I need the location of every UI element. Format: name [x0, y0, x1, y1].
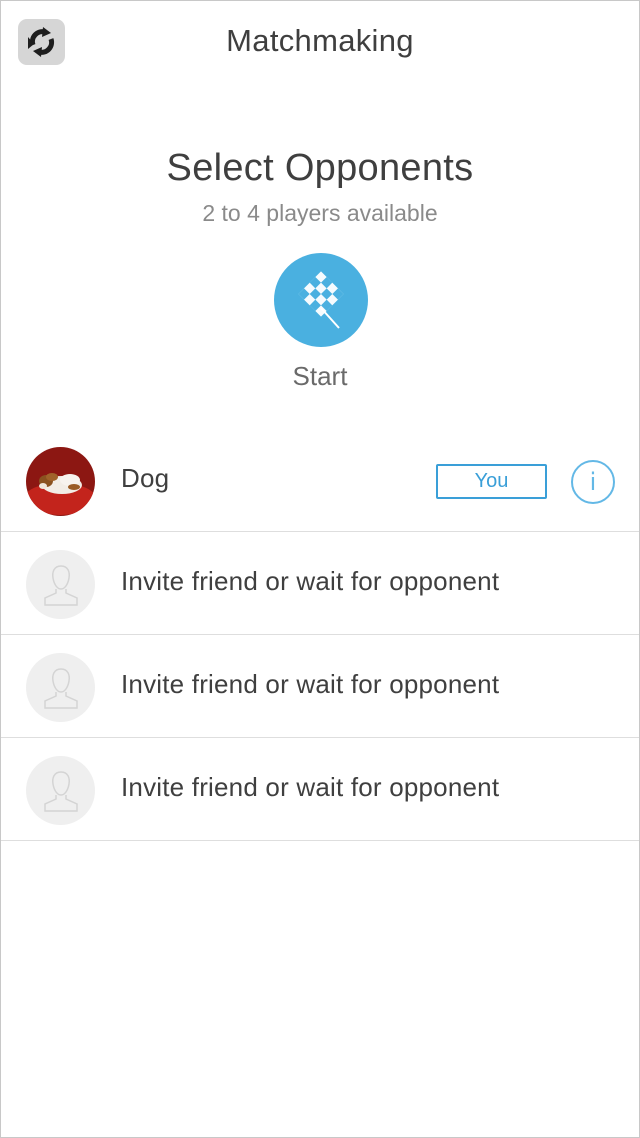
person-placeholder-icon [26, 756, 95, 825]
invite-slot-label: Invite friend or wait for opponent [121, 772, 500, 802]
invite-slot-row[interactable]: Invite friend or wait for opponent [1, 532, 639, 635]
player-list: Dog You i Invite friend or wait for oppo… [1, 429, 639, 841]
invite-slot-label: Invite friend or wait for opponent [121, 566, 500, 596]
you-badge: You [436, 464, 547, 499]
top-bar: Matchmaking [1, 1, 639, 83]
checkered-flag-icon [298, 271, 344, 329]
invite-slot-label: Invite friend or wait for opponent [121, 669, 500, 699]
select-opponents-heading: Select Opponents [166, 147, 474, 189]
invite-slot-row[interactable]: Invite friend or wait for opponent [1, 635, 639, 738]
player-name: Dog [121, 463, 170, 493]
avatar [26, 447, 95, 516]
start-button[interactable] [274, 253, 368, 347]
person-placeholder-icon [26, 550, 95, 619]
screen: Matchmaking Select Opponents 2 to 4 play… [0, 0, 640, 1138]
person-placeholder-icon [26, 653, 95, 722]
invite-slot-row[interactable]: Invite friend or wait for opponent [1, 738, 639, 841]
player-row-current[interactable]: Dog You i [1, 429, 639, 532]
page-title: Matchmaking [226, 23, 414, 58]
info-icon[interactable]: i [571, 460, 615, 504]
start-label[interactable]: Start [1, 361, 639, 392]
players-available-text: 2 to 4 players available [202, 200, 438, 226]
